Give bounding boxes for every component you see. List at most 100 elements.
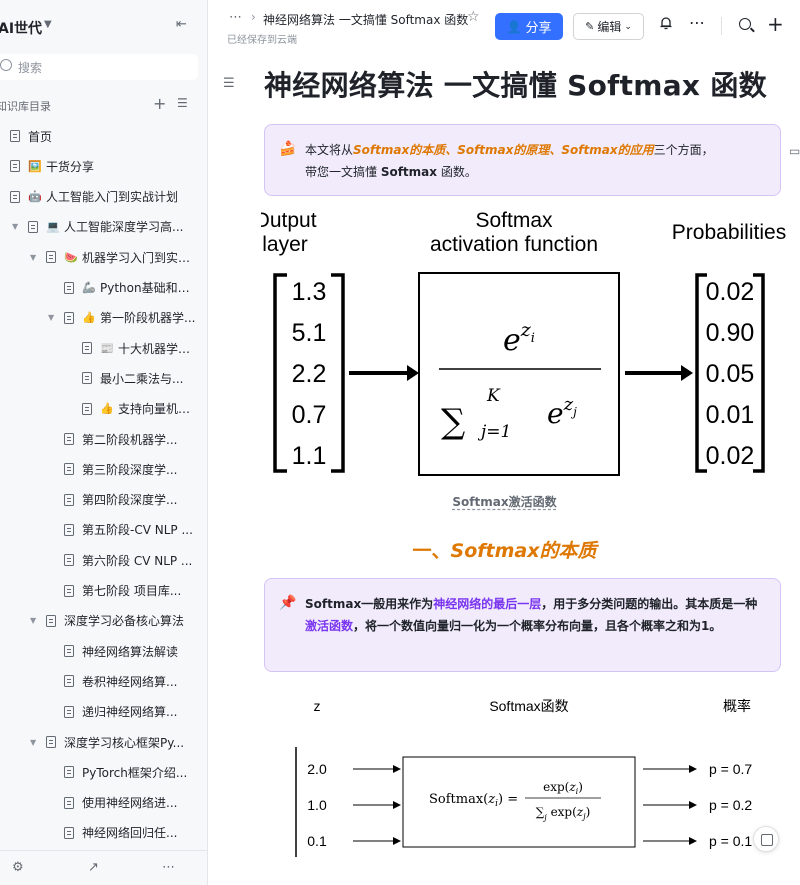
save-status: 已经保存到云端 (227, 35, 297, 46)
more-breadcrumb-icon[interactable]: ⋯ (229, 10, 242, 25)
workspace-title[interactable]: AI世代 (0, 18, 42, 38)
sidebar-search[interactable]: 搜索 (0, 54, 198, 80)
sidebar-item[interactable]: 第三阶段深度学... (0, 454, 207, 484)
output-value: 0.02 (706, 278, 755, 306)
edit-button[interactable]: ✎ 编辑 ⌄ (573, 13, 644, 40)
document-icon (64, 554, 74, 567)
input-arrow-head (393, 801, 401, 809)
document-icon (64, 705, 74, 718)
star-icon[interactable]: ☆ (467, 9, 480, 25)
pencil-icon: ✎ (585, 20, 595, 33)
comment-icon[interactable]: ▭ (789, 144, 800, 158)
softmax-figure: Output layer Softmax activation function… (261, 209, 786, 476)
link-text[interactable]: 神经网络的最后一层 (433, 597, 541, 611)
sidebar-item[interactable]: ▼ 深度学习核心框架Py... (0, 727, 207, 757)
sidebar-item[interactable]: 第二阶段机器学... (0, 424, 207, 454)
document-icon (46, 736, 56, 748)
document-icon (64, 311, 74, 324)
collapse-sidebar-icon[interactable]: ⇤ (176, 17, 187, 32)
emoji-icon: 🍉 (64, 250, 78, 264)
top-bar: ⋯ › 神经网络算法 一文搞懂 Softmax 函数 ☆ 已经保存到云端 👤 分… (209, 0, 800, 50)
sidebar-item[interactable]: 最小二乘法与... (0, 363, 207, 393)
sidebar-item[interactable]: 首页 (0, 121, 207, 151)
sidebar-item-label: 第五阶段-CV NLP ... (82, 523, 193, 538)
section-heading: 一、Softmax的本质 (209, 536, 800, 563)
document-icon (64, 493, 74, 506)
sidebar-item[interactable]: ▶🖼️干货分享 (0, 151, 207, 181)
text-fragment: 函数。 (437, 165, 477, 179)
sidebar-item[interactable]: ▼ 深度学习必备核心算法 (0, 606, 207, 636)
sidebar-item-label: 人工智能入门到实战计划 (46, 190, 179, 205)
z-value: 2.0 (307, 761, 327, 777)
floating-action-button[interactable] (753, 826, 779, 852)
sidebar-item[interactable]: 第四阶段深度学... (0, 485, 207, 515)
document-icon (64, 523, 74, 536)
sidebar-item[interactable]: 卷积神经网络算... (0, 666, 207, 696)
caption-text: Softmax激活函数 (452, 495, 557, 509)
chevron-down-icon[interactable]: ▼ (30, 616, 36, 625)
bell-icon[interactable] (659, 16, 673, 30)
text-fragment: Softmax一般用来作为 (305, 597, 434, 611)
settings-icon[interactable]: ⚙ (12, 860, 24, 875)
callout-icon: 🍰 (279, 141, 297, 157)
chevron-down-icon[interactable]: ▼ (12, 222, 18, 231)
plus-icon[interactable]: + (767, 12, 784, 36)
search-input[interactable]: 搜索 (18, 59, 42, 76)
sidebar-item[interactable]: 第五阶段-CV NLP ... (0, 515, 207, 545)
search-icon[interactable] (739, 18, 751, 30)
sidebar-item[interactable]: 神经网络回归任... (0, 818, 207, 848)
sidebar-item[interactable]: ▼ 👍 第一阶段机器学... (0, 303, 207, 333)
formula-denominator-sum: ∑ (441, 402, 465, 442)
sidebar-item[interactable]: 递归神经网络算... (0, 697, 207, 727)
chevron-down-icon[interactable]: ▼ (30, 738, 36, 747)
sidebar-item[interactable]: ▼ 🍉 机器学习入门到实战... (0, 242, 207, 272)
sidebar-item[interactable]: 第六阶段 CV NLP ... (0, 545, 207, 575)
list-options-icon[interactable]: ☰ (177, 96, 188, 110)
document-icon (64, 584, 74, 597)
link-text[interactable]: 激活函数 (305, 619, 353, 633)
more-icon[interactable]: ⋯ (689, 13, 705, 32)
section-label: 知识库目录 (0, 100, 51, 113)
z-value: 1.0 (307, 797, 327, 813)
page-title[interactable]: 神经网络算法 一文搞懂 Softmax 函数 (264, 64, 767, 104)
sidebar-item[interactable]: 第七阶段 项目库... (0, 576, 207, 606)
formula-denominator-k: K (486, 386, 501, 406)
chevron-down-icon: ⌄ (624, 21, 632, 32)
text-fragment: ，将一个数值向量归一化为一个概率分布向量，且各个概率之和为1。 (353, 619, 722, 633)
sidebar-item[interactable]: PyTorch框架介绍... (0, 757, 207, 787)
output-value: 0.05 (706, 360, 755, 388)
outline-icon[interactable]: ☰ (223, 76, 235, 91)
sidebar-item-label: 第一阶段机器学... (100, 311, 196, 326)
sidebar-item[interactable]: 神经网络算法解读 (0, 636, 207, 666)
more-icon[interactable]: ⋯ (162, 860, 175, 875)
chevron-down-icon[interactable]: ▼ (44, 19, 52, 30)
probability-value: p = 0.7 (709, 761, 752, 777)
sidebar-item-label: 第二阶段机器学... (82, 432, 178, 447)
document-icon (64, 281, 74, 294)
breadcrumb-title[interactable]: 神经网络算法 一文搞懂 Softmax 函数 (263, 11, 468, 28)
share-button[interactable]: 👤 分享 (495, 13, 563, 40)
sidebar-item[interactable]: 使用神经网络进... (0, 788, 207, 818)
sidebar-item[interactable]: ▼ 💻 人工智能深度学习高... (0, 212, 207, 242)
callout-text: 本文将从Softmax的本质、Softmax的原理、Softmax的应用三个方面… (305, 139, 762, 183)
sidebar-item-label: 神经网络回归任... (82, 826, 178, 841)
document-icon (64, 433, 74, 445)
chevron-down-icon[interactable]: ▼ (30, 253, 36, 262)
formula-lhs: Softmax(zi) = (429, 792, 518, 809)
document-icon (10, 190, 20, 203)
output-value: 0.90 (706, 319, 755, 347)
sidebar-item-label: 支持向量机算... (118, 402, 200, 417)
sidebar-item[interactable]: 👍 支持向量机算... (0, 394, 207, 424)
input-value: 1.1 (292, 442, 327, 470)
sidebar-item[interactable]: 🦾 Python基础和数... (0, 273, 207, 303)
chevron-down-icon[interactable]: ▼ (48, 313, 54, 322)
sidebar-item[interactable]: 📰 十大机器学习... (0, 333, 207, 363)
add-icon[interactable]: + (153, 94, 166, 113)
share-arrow-icon[interactable]: ↗ (88, 860, 99, 875)
softmax-box (418, 272, 620, 476)
document-icon (82, 372, 92, 385)
document-icon (46, 251, 56, 264)
sidebar-item-label: PyTorch框架介绍... (82, 765, 188, 780)
sidebar-item[interactable]: ▼🤖人工智能入门到实战计划 (0, 182, 207, 212)
figure-caption: Softmax激活函数 (209, 493, 800, 510)
